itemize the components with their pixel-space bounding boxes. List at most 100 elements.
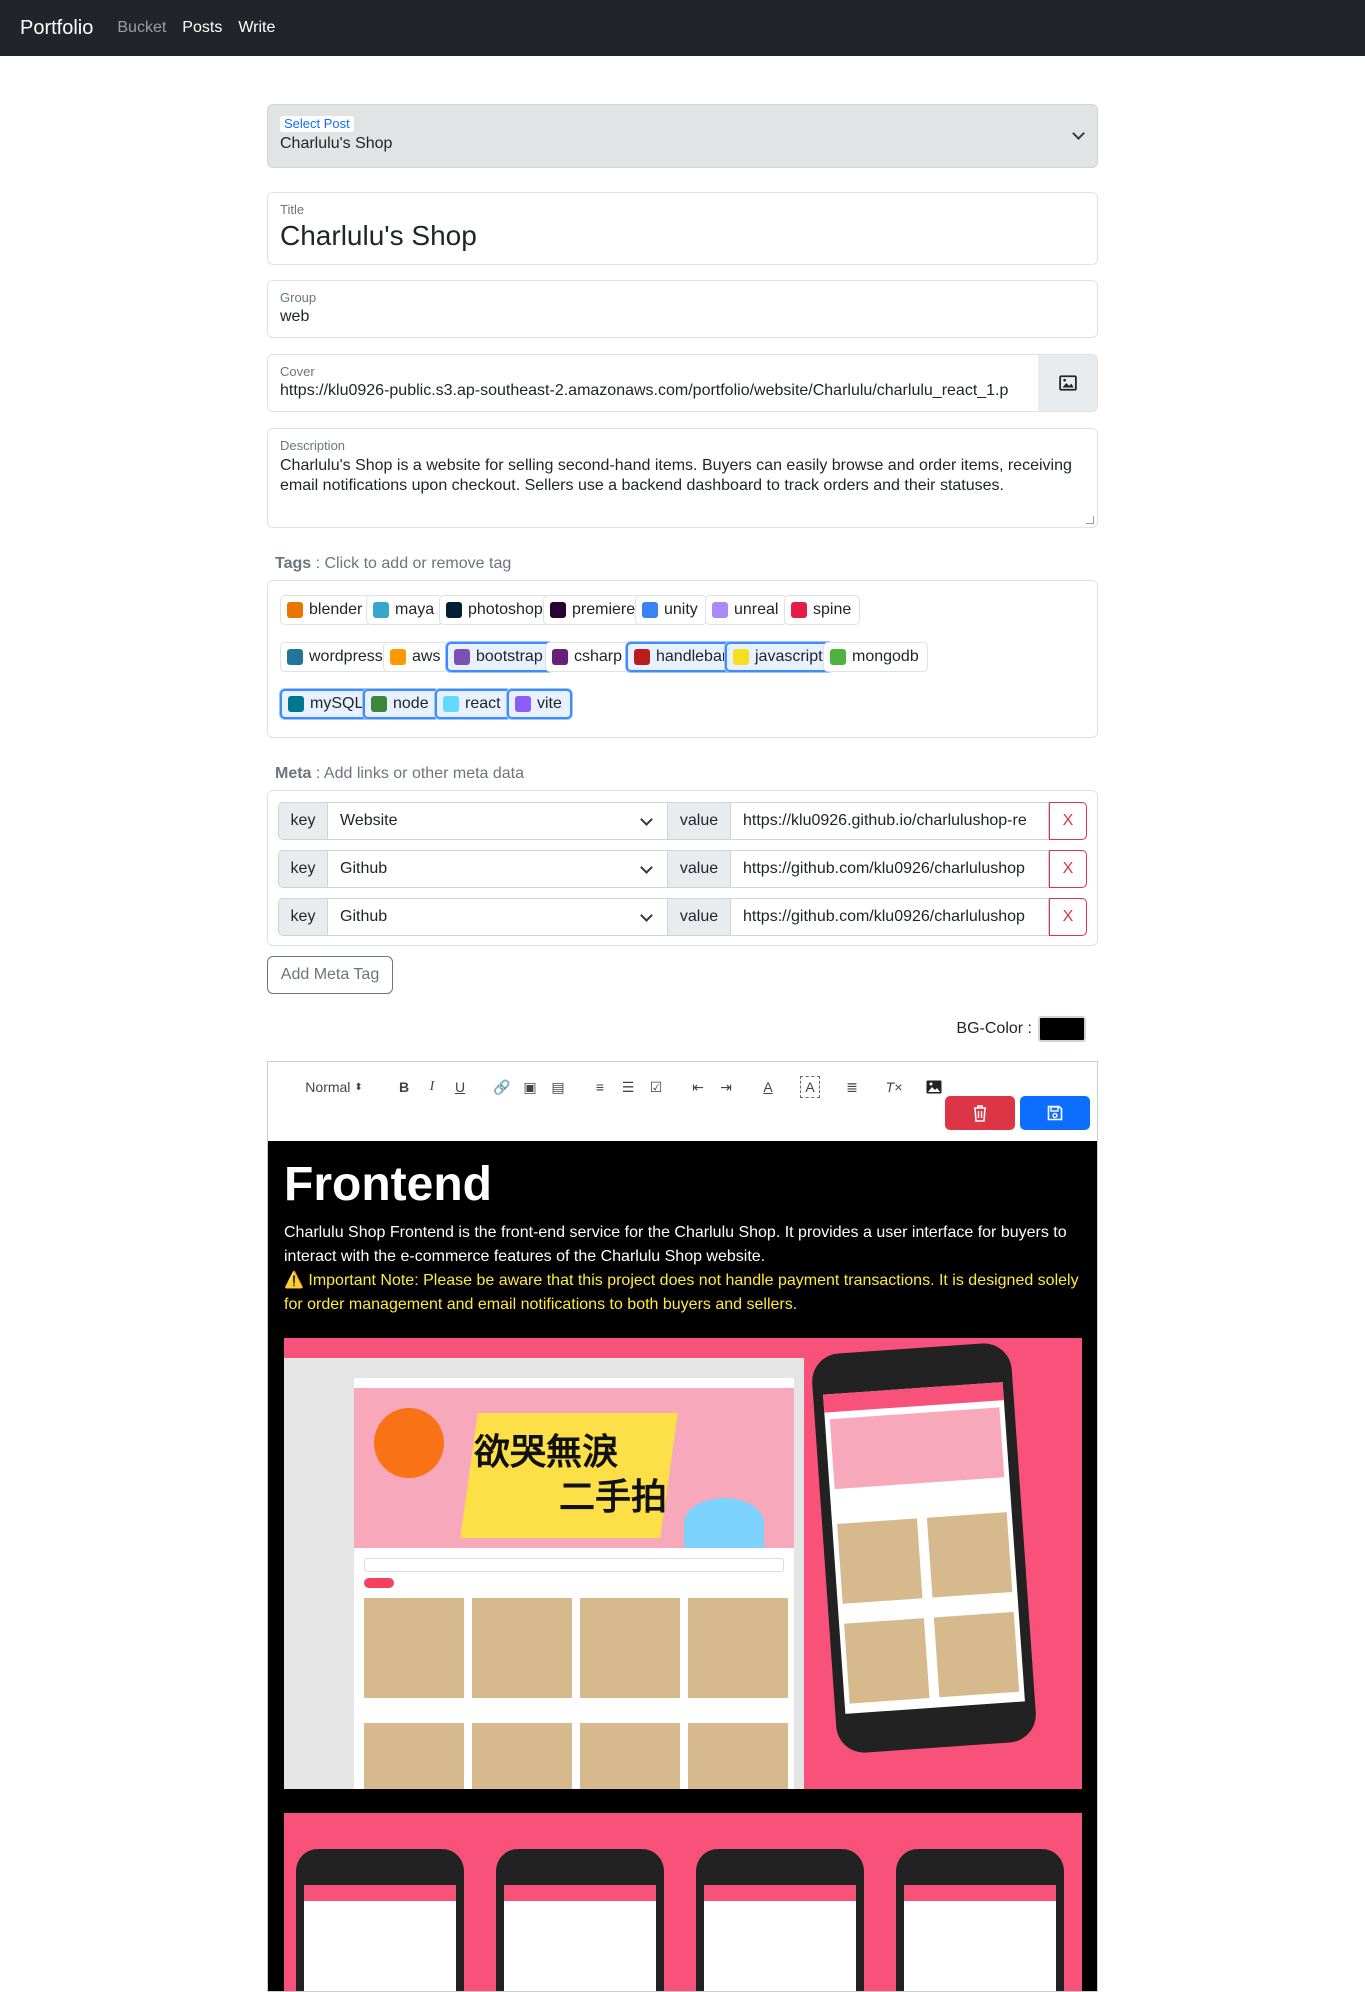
- group-label: Group: [280, 290, 317, 305]
- tag-unity[interactable]: unity: [635, 595, 707, 625]
- meta-header-label: Meta: [275, 765, 312, 782]
- tags-header: Tags : Click to add or remove tag: [275, 555, 511, 573]
- meta-remove-button[interactable]: X: [1049, 850, 1087, 888]
- tag-photoshop[interactable]: photoshop: [439, 595, 552, 625]
- maya-icon: [373, 602, 389, 618]
- mongodb-icon: [830, 649, 846, 665]
- mock-product: [688, 1723, 788, 1789]
- ordered-list-icon[interactable]: ≡: [590, 1076, 610, 1098]
- tag-mysql[interactable]: mySQL: [280, 689, 374, 719]
- mock-product: [580, 1598, 680, 1698]
- meta-value-input[interactable]: https://klu0926.github.io/charlulushop-r…: [731, 802, 1049, 840]
- select-post-dropdown[interactable]: Select Post Charlulu's Shop: [267, 104, 1098, 168]
- meta-remove-button[interactable]: X: [1049, 898, 1087, 936]
- meta-value-input[interactable]: https://github.com/klu0926/charlulushop: [731, 898, 1049, 936]
- insert-image-icon[interactable]: [924, 1076, 944, 1098]
- select-post-label: Select Post: [280, 116, 354, 132]
- updown-icon: ⬍: [354, 1081, 363, 1093]
- brand-link[interactable]: Portfolio: [20, 17, 93, 40]
- select-post-value: Charlulu's Shop: [280, 135, 393, 152]
- tag-react[interactable]: react: [435, 689, 511, 719]
- vite-icon: [515, 696, 531, 712]
- mock-search: [364, 1558, 784, 1572]
- bg-color-swatch[interactable]: [1038, 1016, 1086, 1042]
- meta-key-select[interactable]: Github: [328, 898, 668, 936]
- format-select[interactable]: Normal ⬍: [304, 1076, 364, 1098]
- mock-badge: [684, 1498, 764, 1548]
- meta-key-select[interactable]: Github: [328, 850, 668, 888]
- clear-format-icon[interactable]: T×: [884, 1076, 904, 1098]
- nav-bucket[interactable]: Bucket: [117, 19, 166, 37]
- meta-remove-button[interactable]: X: [1049, 802, 1087, 840]
- cover-label: Cover: [280, 364, 315, 379]
- trash-icon: [974, 1105, 986, 1122]
- check-list-icon[interactable]: ☑: [646, 1076, 666, 1098]
- indent-icon[interactable]: ⇥: [716, 1076, 736, 1098]
- save-button[interactable]: [1020, 1096, 1090, 1130]
- tag-node[interactable]: node: [363, 689, 439, 719]
- tag-csharp[interactable]: csharp: [545, 642, 632, 672]
- mock-product: [580, 1723, 680, 1789]
- tag-blender[interactable]: blender: [280, 595, 372, 625]
- tag-label: unity: [664, 601, 698, 618]
- tag-spine[interactable]: spine: [784, 595, 861, 625]
- meta-key-value: Website: [340, 812, 398, 829]
- mock-phone: [896, 1849, 1064, 1991]
- tag-unreal[interactable]: unreal: [705, 595, 788, 625]
- meta-value-input[interactable]: https://github.com/klu0926/charlulushop: [731, 850, 1049, 888]
- premiere-icon: [550, 602, 566, 618]
- wordpress-icon: [287, 649, 303, 665]
- group-field[interactable]: Group web: [267, 280, 1098, 338]
- tag-javascript[interactable]: javascript: [725, 642, 833, 672]
- delete-button[interactable]: [945, 1096, 1015, 1130]
- bold-icon[interactable]: B: [394, 1076, 414, 1098]
- meta-key-select[interactable]: Website: [328, 802, 668, 840]
- mock-product: [926, 1512, 1013, 1598]
- nav-write[interactable]: Write: [238, 19, 275, 37]
- description-value: Charlulu's Shop is a website for selling…: [280, 457, 1072, 494]
- outdent-icon[interactable]: ⇤: [688, 1076, 708, 1098]
- video-icon[interactable]: ▤: [548, 1076, 568, 1098]
- mock-product: [364, 1723, 464, 1789]
- tag-label: photoshop: [468, 601, 543, 618]
- link-icon[interactable]: 🔗: [492, 1076, 512, 1098]
- nav-posts[interactable]: Posts: [182, 19, 222, 37]
- aws-icon: [390, 649, 406, 665]
- title-label: Title: [280, 202, 305, 217]
- tag-wordpress[interactable]: wordpress: [280, 642, 392, 672]
- chevron-down-icon: [640, 813, 653, 826]
- editor-content[interactable]: Frontend Charlulu Shop Frontend is the f…: [267, 1141, 1098, 1992]
- unreal-icon: [712, 602, 728, 618]
- align-icon[interactable]: ≣: [842, 1076, 862, 1098]
- resize-handle[interactable]: [1086, 516, 1094, 524]
- meta-value-label: value: [668, 802, 731, 840]
- mock-phone-header: [304, 1885, 456, 1901]
- tag-premiere[interactable]: premiere: [543, 595, 645, 625]
- tag-aws[interactable]: aws: [383, 642, 450, 672]
- tag-label: unreal: [734, 601, 779, 618]
- mock-phone-header: [504, 1885, 656, 1901]
- meta-row: key Github value https://github.com/klu0…: [278, 898, 1088, 936]
- title-field[interactable]: Title Charlulu's Shop: [267, 192, 1098, 265]
- mock-banner-text-2: 二手拍: [559, 1477, 668, 1518]
- tag-label: blender: [309, 601, 363, 618]
- cover-preview-button[interactable]: [1038, 354, 1098, 412]
- description-field[interactable]: Description Charlulu's Shop is a website…: [267, 428, 1098, 528]
- add-meta-tag-button[interactable]: Add Meta Tag: [267, 956, 393, 994]
- cover-field[interactable]: Cover https://klu0926-public.s3.ap-south…: [267, 354, 1039, 412]
- tag-mongodb[interactable]: mongodb: [823, 642, 928, 672]
- bullet-list-icon[interactable]: ☰: [618, 1076, 638, 1098]
- format-select-value: Normal: [305, 1079, 351, 1095]
- tag-bootstrap[interactable]: bootstrap: [446, 642, 553, 672]
- background-color-icon[interactable]: A: [800, 1076, 820, 1098]
- text-color-icon[interactable]: A: [758, 1076, 778, 1098]
- tag-maya[interactable]: maya: [366, 595, 444, 625]
- tag-vite[interactable]: vite: [507, 689, 572, 719]
- tag-handlebar[interactable]: handlebar: [626, 642, 738, 672]
- italic-icon[interactable]: I: [422, 1076, 442, 1098]
- image-icon[interactable]: ▣: [520, 1076, 540, 1098]
- mysql-icon: [288, 696, 304, 712]
- meta-key-label: key: [278, 850, 328, 888]
- underline-icon[interactable]: U: [450, 1076, 470, 1098]
- mock-toggle: [364, 1578, 394, 1588]
